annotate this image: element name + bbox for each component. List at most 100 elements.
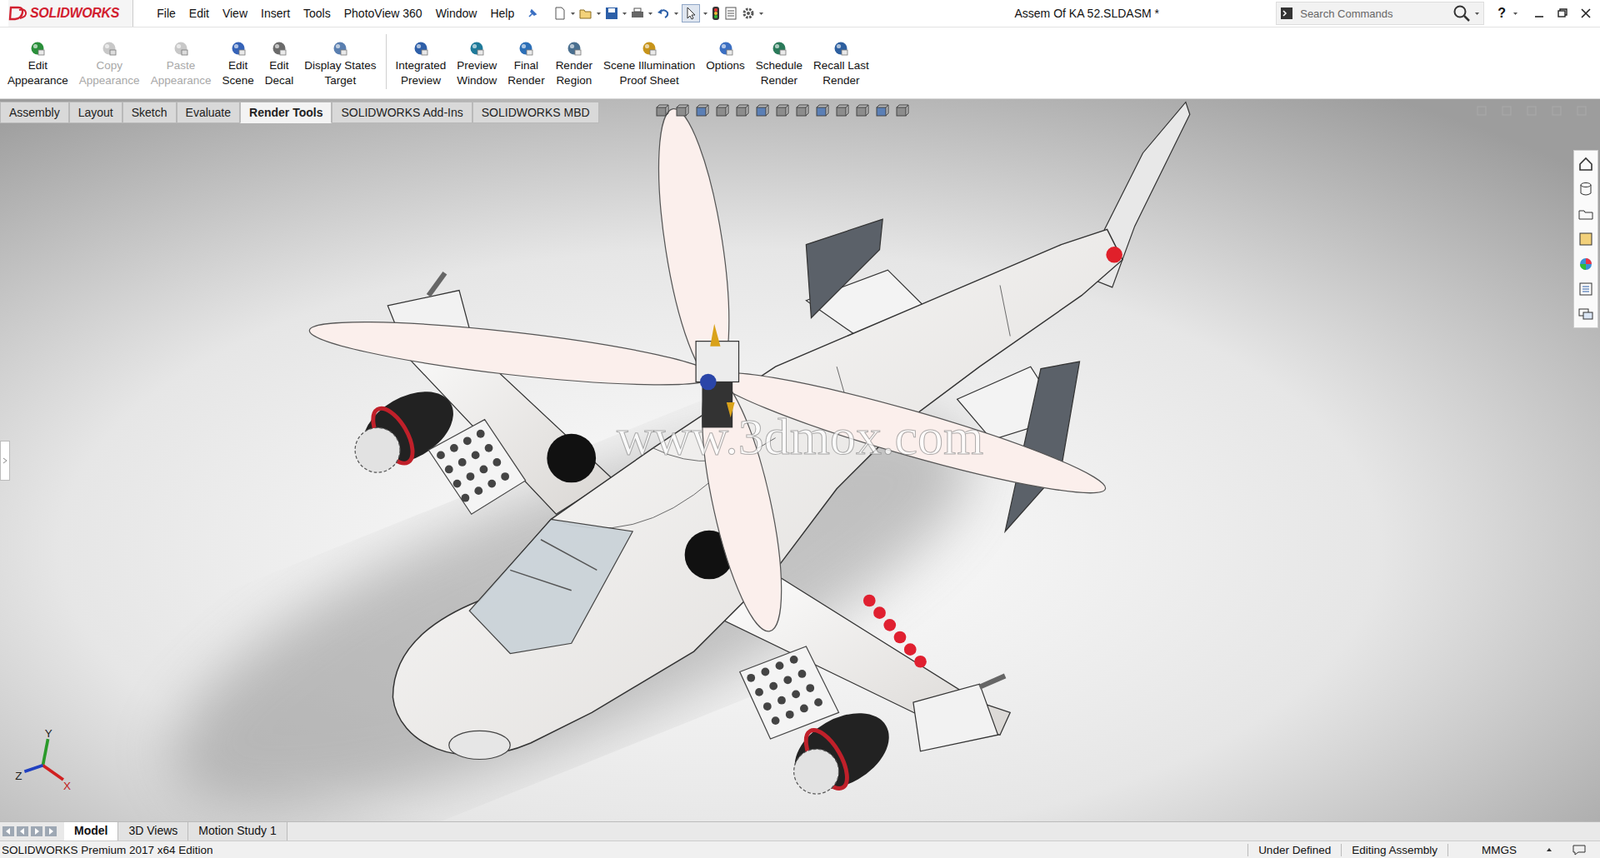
view-tool-icon[interactable] [814, 104, 830, 120]
custom-properties-icon[interactable] [1577, 280, 1595, 298]
undo-icon[interactable] [655, 5, 671, 21]
search-input[interactable] [1296, 5, 1450, 22]
bottom-tab[interactable]: 3D Views [118, 822, 189, 841]
menu-item[interactable]: PhotoView 360 [337, 4, 430, 23]
command-tab[interactable]: Render Tools [240, 101, 332, 124]
status-item[interactable]: Under Defined [1247, 844, 1341, 857]
bottom-tab[interactable]: Model [64, 822, 119, 841]
scroll-arrow-icon[interactable] [30, 825, 44, 839]
view-tool-icon[interactable] [754, 104, 770, 120]
window-tile-icon[interactable] [1475, 104, 1489, 118]
caret-icon[interactable] [702, 5, 709, 21]
nose-sensor [449, 730, 510, 760]
command-tab[interactable]: Evaluate [176, 101, 240, 124]
select-arrow-icon[interactable] [681, 4, 700, 23]
view-tool-icon[interactable] [734, 104, 750, 120]
minimize-icon[interactable] [1530, 5, 1549, 22]
bottom-tab[interactable]: Motion Study 1 [188, 822, 287, 841]
view-tool-icon[interactable] [894, 104, 910, 120]
caret-icon[interactable] [570, 5, 576, 21]
caret-icon[interactable] [758, 5, 765, 21]
ribbon-button[interactable]: RenderRegion [551, 39, 597, 89]
scroll-arrow-icon[interactable] [15, 825, 30, 839]
command-tab[interactable]: SOLIDWORKS MBD [472, 101, 600, 124]
view-tool-icon[interactable] [714, 104, 730, 120]
ribbon-button[interactable]: IntegratedPreview [391, 39, 451, 89]
logo[interactable]: SOLIDWORKS [8, 0, 134, 27]
ribbon-button[interactable]: Options [701, 39, 750, 89]
chat-bubble-icon[interactable] [1571, 843, 1587, 857]
window-tile-icon[interactable] [1550, 104, 1564, 118]
file-explorer-icon[interactable] [1577, 205, 1595, 223]
ribbon-button[interactable]: PreviewWindow [452, 39, 501, 89]
window-tile-icon[interactable] [1500, 104, 1514, 118]
ribbon-button[interactable]: ScheduleRender [751, 39, 807, 89]
status-item[interactable]: MMGS [1447, 844, 1535, 857]
new-document-icon[interactable] [552, 5, 568, 21]
appearances-icon[interactable] [1577, 255, 1595, 273]
open-folder-icon[interactable] [578, 5, 594, 21]
menu-item[interactable]: Help [483, 4, 521, 23]
ribbon-button[interactable]: Display StatesTarget [300, 39, 380, 89]
menu-item[interactable]: File [150, 4, 183, 23]
caret-icon[interactable] [1512, 5, 1519, 21]
caret-icon[interactable] [647, 5, 654, 21]
save-icon[interactable] [604, 5, 620, 21]
title-bar: SOLIDWORKS FileEditViewInsertToolsPhotoVi… [0, 0, 1600, 28]
magnifier-icon[interactable] [1452, 4, 1471, 23]
ribbon-button[interactable]: EditAppearance [3, 39, 73, 89]
ribbon-button[interactable]: EditDecal [260, 39, 299, 89]
help-button[interactable]: ? [1489, 5, 1508, 21]
file-properties-icon[interactable] [723, 5, 739, 21]
view-tool-icon[interactable] [674, 104, 690, 120]
pin-icon[interactable] [525, 6, 540, 20]
render-tool-icon [716, 39, 735, 58]
view-palette-icon[interactable] [1577, 230, 1595, 248]
close-icon[interactable] [1576, 5, 1595, 22]
graphics-area[interactable]: YZXAssemblyLayoutSketchEvaluateRender To… [0, 99, 1600, 822]
ribbon-button-label: Edit [228, 58, 248, 74]
print-icon[interactable] [630, 5, 645, 21]
rebuild-light-icon[interactable] [710, 5, 721, 21]
units-caret-icon[interactable] [1543, 844, 1555, 856]
caret-icon[interactable] [1474, 5, 1480, 21]
caret-icon[interactable] [673, 5, 680, 21]
menu-item[interactable]: Tools [296, 4, 338, 23]
ribbon-button[interactable]: PasteAppearance [146, 39, 216, 89]
view-tool-icon[interactable] [694, 104, 710, 120]
command-tab[interactable]: SOLIDWORKS Add-Ins [331, 101, 472, 124]
caret-icon[interactable] [595, 5, 602, 21]
feature-manager-toggle[interactable] [0, 440, 10, 481]
view-tool-icon[interactable] [794, 104, 810, 120]
library-icon[interactable] [1577, 180, 1595, 198]
options-gear-icon[interactable] [740, 5, 756, 21]
command-tab[interactable]: Assembly [0, 101, 70, 124]
menu-item[interactable]: View [215, 4, 255, 23]
home-icon[interactable] [1577, 155, 1595, 173]
command-tab[interactable]: Sketch [122, 101, 177, 124]
ribbon-button[interactable]: Scene IlluminationProof Sheet [599, 39, 700, 89]
menu-item[interactable]: Edit [182, 4, 216, 23]
restore-icon[interactable] [1553, 5, 1572, 22]
caret-icon[interactable] [621, 5, 628, 21]
ribbon-button[interactable]: Recall LastRender [809, 39, 874, 89]
menu-item[interactable]: Window [429, 4, 485, 23]
scroll-arrow-icon[interactable] [44, 825, 58, 839]
window-tile-icon[interactable] [1575, 104, 1589, 118]
view-tool-icon[interactable] [874, 104, 890, 120]
view-tool-icon[interactable] [834, 104, 850, 120]
view-tool-icon[interactable] [654, 104, 670, 120]
window-tile-icon[interactable] [1525, 104, 1539, 118]
search-commands[interactable] [1275, 1, 1485, 25]
view-tool-icon[interactable] [774, 104, 790, 120]
scroll-arrow-icon[interactable] [1, 825, 15, 839]
ribbon-button[interactable]: CopyAppearance [75, 39, 145, 89]
render-tool-icon [516, 39, 535, 58]
view-tool-icon[interactable] [854, 104, 870, 120]
ribbon-button[interactable]: FinalRender [503, 39, 549, 89]
menu-item[interactable]: Insert [254, 4, 297, 23]
forum-icon[interactable] [1577, 305, 1595, 323]
command-tab[interactable]: Layout [69, 101, 123, 124]
status-item[interactable]: Editing Assembly [1340, 844, 1448, 857]
ribbon-button[interactable]: EditScene [217, 39, 258, 89]
